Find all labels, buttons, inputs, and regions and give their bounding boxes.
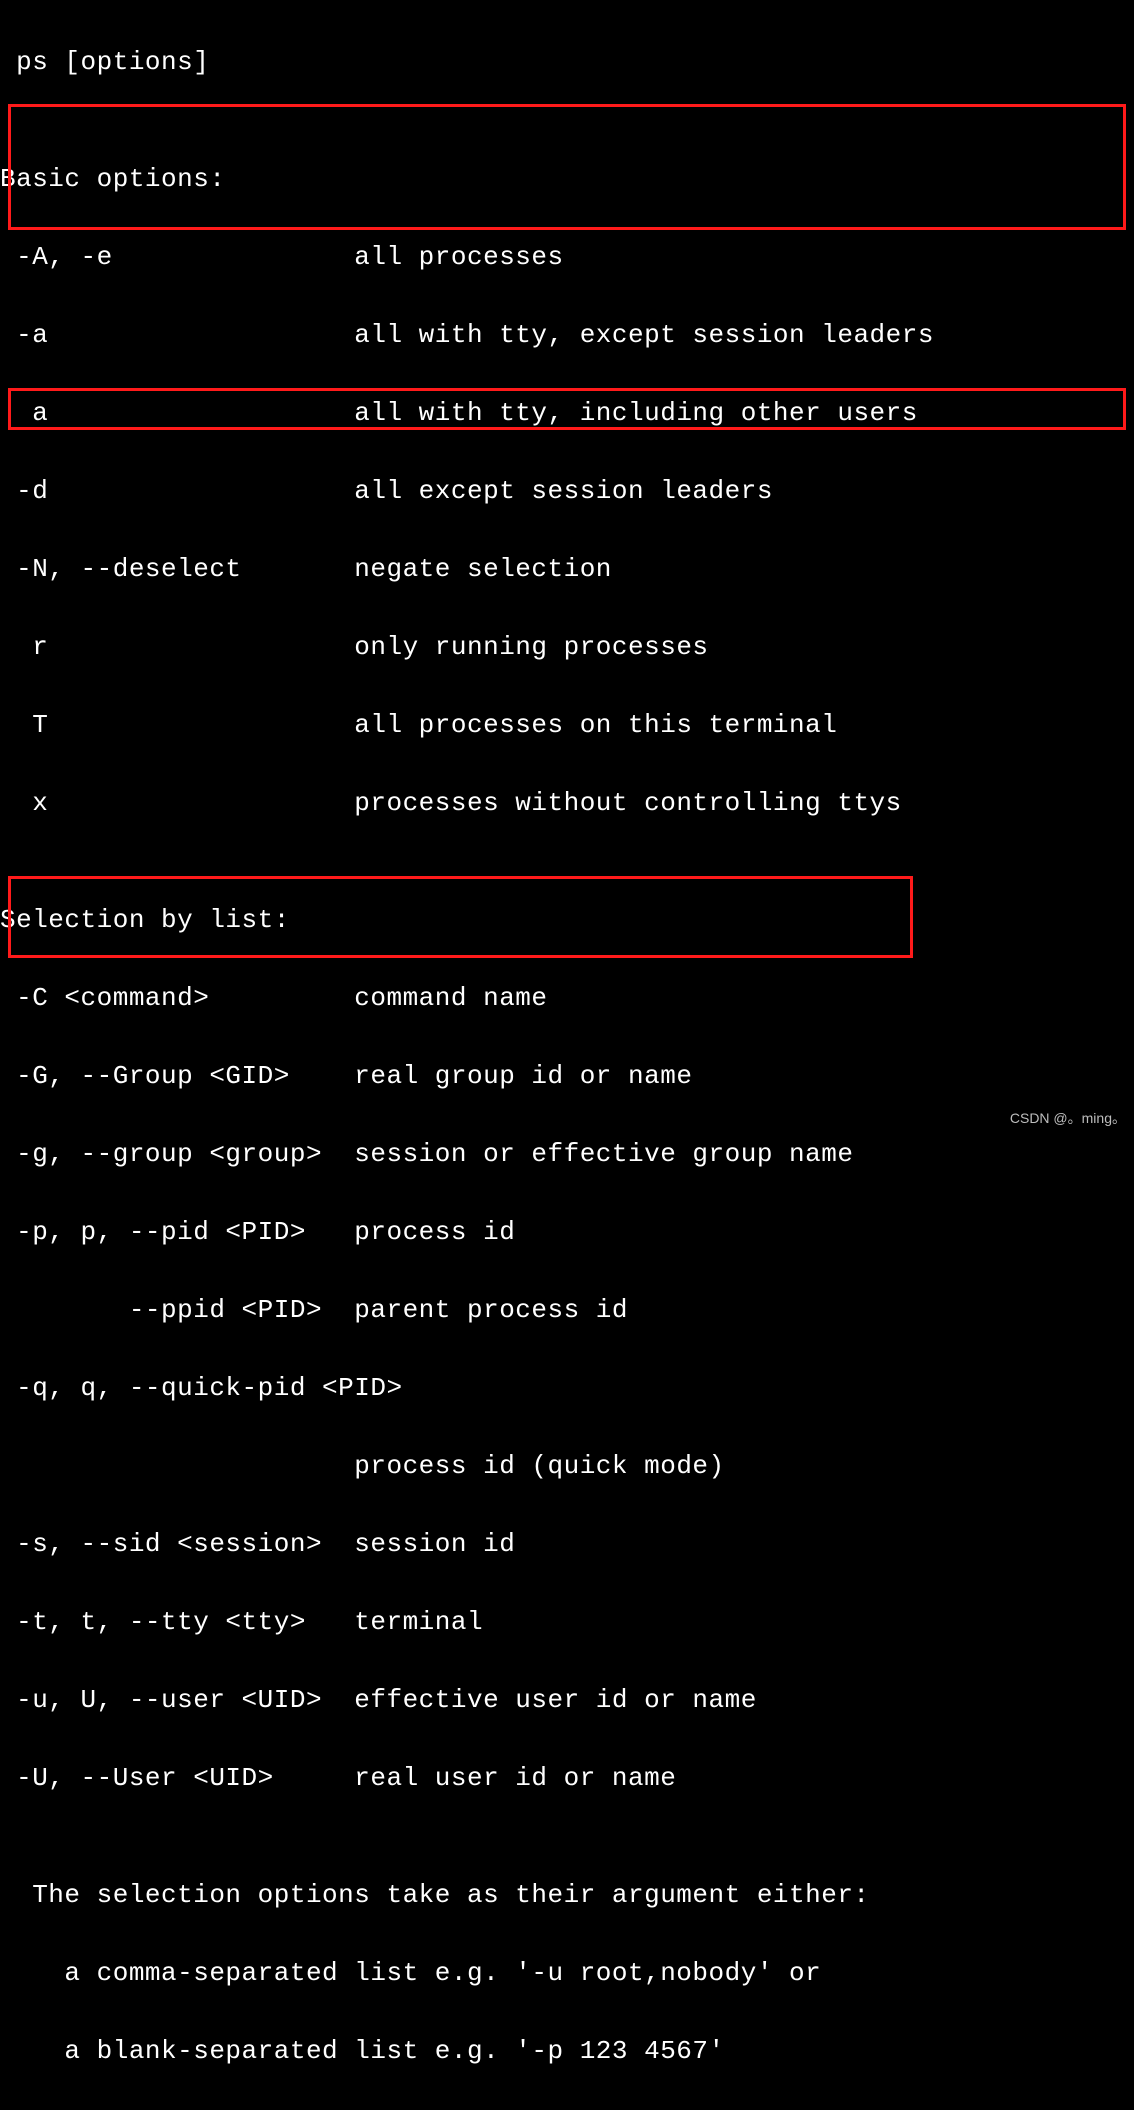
option-flag: -t, t, --tty <tty> (0, 1607, 354, 1637)
option-row: -N, --deselect negate selection (0, 550, 1134, 589)
option-flag: -q, q, --quick-pid <PID> (0, 1373, 403, 1403)
option-desc: all except session leaders (354, 476, 773, 506)
watermark: CSDN @。ming。 (1010, 1108, 1126, 1129)
option-flag: -s, --sid <session> (0, 1529, 354, 1559)
terminal-output: ps [options] Basic options: -A, -e all p… (0, 0, 1134, 2110)
option-flag: T (0, 710, 354, 740)
option-row: -s, --sid <session> session id (0, 1525, 1134, 1564)
option-flag: -G, --Group <GID> (0, 1061, 354, 1091)
option-desc: command name (354, 983, 547, 1013)
option-desc: negate selection (354, 554, 612, 584)
option-flag: --ppid <PID> (0, 1295, 354, 1325)
option-row: a all with tty, including other users (0, 394, 1134, 433)
usage-line: ps [options] (0, 43, 1134, 82)
option-flag (0, 1451, 354, 1481)
option-row: -u, U, --user <UID> effective user id or… (0, 1681, 1134, 1720)
option-row: -d all except session leaders (0, 472, 1134, 511)
option-row: -G, --Group <GID> real group id or name (0, 1057, 1134, 1096)
option-desc: effective user id or name (354, 1685, 757, 1715)
option-row: --ppid <PID> parent process id (0, 1291, 1134, 1330)
option-flag: a (0, 398, 354, 428)
footer-line: The selection options take as their argu… (0, 1876, 1134, 1915)
option-flag: -U, --User <UID> (0, 1763, 354, 1793)
option-flag: -d (0, 476, 354, 506)
option-desc: process id (quick mode) (354, 1451, 724, 1481)
option-row: -a all with tty, except session leaders (0, 316, 1134, 355)
option-flag: -a (0, 320, 354, 350)
option-row: -p, p, --pid <PID> process id (0, 1213, 1134, 1252)
option-desc: parent process id (354, 1295, 628, 1325)
option-row: x processes without controlling ttys (0, 784, 1134, 823)
option-row: -t, t, --tty <tty> terminal (0, 1603, 1134, 1642)
footer-line: a blank-separated list e.g. '-p 123 4567… (0, 2032, 1134, 2071)
option-row: T all processes on this terminal (0, 706, 1134, 745)
option-desc: terminal (354, 1607, 483, 1637)
option-flag: x (0, 788, 354, 818)
option-desc: only running processes (354, 632, 708, 662)
basic-options-header: Basic options: (0, 160, 1134, 199)
option-flag: -C <command> (0, 983, 354, 1013)
option-desc: processes without controlling ttys (354, 788, 902, 818)
option-desc: all processes (354, 242, 563, 272)
option-row: r only running processes (0, 628, 1134, 667)
option-row: process id (quick mode) (0, 1447, 1134, 1486)
option-desc: real group id or name (354, 1061, 692, 1091)
footer-line: a comma-separated list e.g. '-u root,nob… (0, 1954, 1134, 1993)
option-row: -C <command> command name (0, 979, 1134, 1018)
option-desc: all with tty, except session leaders (354, 320, 934, 350)
option-flag: -A, -e (0, 242, 354, 272)
option-desc: process id (354, 1217, 515, 1247)
option-flag: -u, U, --user <UID> (0, 1685, 354, 1715)
option-desc: all with tty, including other users (354, 398, 918, 428)
option-desc: real user id or name (354, 1763, 676, 1793)
option-flag: -g, --group <group> (0, 1139, 354, 1169)
option-flag: r (0, 632, 354, 662)
option-desc: all processes on this terminal (354, 710, 837, 740)
option-flag: -p, p, --pid <PID> (0, 1217, 354, 1247)
selection-header: Selection by list: (0, 901, 1134, 940)
option-row: -A, -e all processes (0, 238, 1134, 277)
option-flag: -N, --deselect (0, 554, 354, 584)
option-desc: session id (354, 1529, 515, 1559)
option-row: -U, --User <UID> real user id or name (0, 1759, 1134, 1798)
option-row: -q, q, --quick-pid <PID> (0, 1369, 1134, 1408)
option-desc: session or effective group name (354, 1139, 853, 1169)
option-row: -g, --group <group> session or effective… (0, 1135, 1134, 1174)
